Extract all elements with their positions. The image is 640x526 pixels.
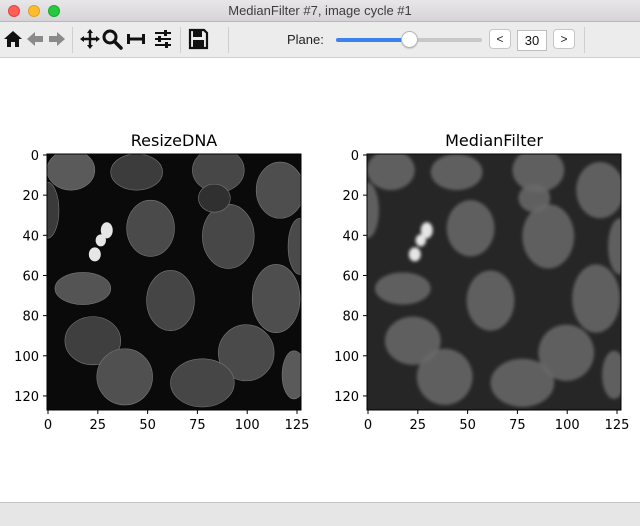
y-tick-label: 20 — [22, 189, 39, 204]
cell-nucleus — [446, 200, 495, 257]
y-tick-label: 100 — [334, 350, 359, 365]
cell-nucleus — [367, 154, 415, 191]
back-arrow-icon[interactable] — [24, 28, 46, 50]
cell-nucleus — [430, 154, 483, 191]
y-tick-label: 120 — [334, 390, 359, 405]
cell-nucleus — [572, 264, 621, 333]
y-tick-label: 0 — [351, 149, 359, 164]
plane-number-field[interactable]: 30 — [517, 30, 547, 51]
y-tick-label: 80 — [342, 310, 359, 325]
cell-nucleus — [608, 218, 621, 275]
cell-nucleus — [287, 217, 301, 275]
bright-spot — [408, 247, 421, 262]
bright-spot — [95, 234, 106, 247]
minimize-window-button[interactable] — [28, 5, 40, 17]
zoom-icon[interactable] — [101, 28, 123, 50]
bright-spot — [415, 234, 426, 247]
next-plane-button[interactable]: > — [553, 29, 575, 49]
cell-nucleus — [54, 272, 112, 305]
cell-nucleus — [522, 204, 575, 269]
x-tick-label: 125 — [605, 418, 630, 433]
toolbar-separator — [584, 27, 585, 53]
toolbar-separator — [72, 27, 73, 53]
panel-title: ResizeDNA — [131, 131, 218, 150]
x-tick-label: 0 — [364, 418, 372, 433]
app-window: MedianFilter #7, image cycle #1 Plane: <… — [0, 0, 640, 526]
cell-nucleus — [576, 162, 621, 219]
toolbar: Plane: < 30 > — [0, 22, 640, 58]
cell-nucleus — [518, 184, 551, 213]
configure-icon[interactable] — [152, 28, 174, 50]
cell-nucleus — [466, 270, 515, 331]
y-tick-label: 60 — [342, 269, 359, 284]
y-tick-label: 60 — [22, 269, 39, 284]
zoom-window-button[interactable] — [48, 5, 60, 17]
cell-nucleus — [251, 264, 301, 333]
x-tick-label: 0 — [44, 418, 52, 433]
status-bar — [0, 502, 640, 526]
cell-nucleus — [281, 350, 301, 400]
cell-nucleus — [374, 272, 431, 305]
home-icon[interactable] — [2, 28, 24, 50]
y-tick-label: 40 — [342, 229, 359, 244]
y-tick-label: 40 — [22, 229, 39, 244]
x-tick-label: 25 — [410, 418, 427, 433]
save-icon[interactable] — [187, 28, 209, 50]
x-tick-label: 100 — [555, 418, 580, 433]
cell-nucleus — [126, 199, 175, 257]
cell-nucleus — [416, 348, 473, 405]
panel-title: MedianFilter — [445, 131, 543, 150]
bright-spot — [88, 247, 101, 262]
cell-nucleus — [490, 358, 555, 407]
subplots-icon[interactable] — [125, 28, 147, 50]
cell-nucleus — [602, 350, 621, 399]
cell-nucleus — [170, 358, 235, 408]
figure-svg: ResizeDNA 0 25 50 75 100 125 0 20 40 60 80 100 120 Med… — [14, 131, 630, 433]
x-tick-label: 125 — [285, 418, 310, 433]
y-tick-label: 20 — [342, 189, 359, 204]
y-tick-label: 120 — [14, 390, 39, 405]
x-tick-label: 100 — [235, 418, 260, 433]
y-tick-label: 0 — [31, 149, 39, 164]
cell-nucleus — [47, 154, 96, 191]
cell-nucleus — [110, 154, 163, 191]
x-tick-label: 75 — [189, 418, 206, 433]
cell-nucleus — [96, 348, 153, 406]
slider-fill — [336, 38, 409, 42]
previous-plane-button[interactable]: < — [489, 29, 511, 49]
toolbar-separator — [228, 27, 229, 53]
cell-nucleus — [202, 203, 255, 269]
window-title: MedianFilter #7, image cycle #1 — [228, 3, 412, 18]
y-tick-label: 100 — [14, 350, 39, 365]
cell-nucleus — [146, 270, 195, 331]
slider-knob[interactable] — [400, 31, 418, 48]
close-window-button[interactable] — [8, 5, 20, 17]
toolbar-separator — [180, 27, 181, 53]
x-tick-label: 75 — [509, 418, 526, 433]
plane-label: Plane: — [287, 32, 324, 47]
x-tick-label: 50 — [139, 418, 156, 433]
forward-arrow-icon[interactable] — [46, 28, 68, 50]
title-bar: MedianFilter #7, image cycle #1 — [0, 0, 640, 22]
x-tick-label: 50 — [459, 418, 476, 433]
plane-slider[interactable] — [336, 31, 482, 48]
cell-nucleus — [255, 161, 301, 219]
cell-nucleus — [198, 183, 231, 213]
figure-canvas[interactable]: ResizeDNA 0 25 50 75 100 125 0 20 40 60 80 100 120 Med… — [0, 59, 640, 502]
pan-icon[interactable] — [79, 28, 101, 50]
x-tick-label: 25 — [90, 418, 107, 433]
y-tick-label: 80 — [22, 310, 39, 325]
